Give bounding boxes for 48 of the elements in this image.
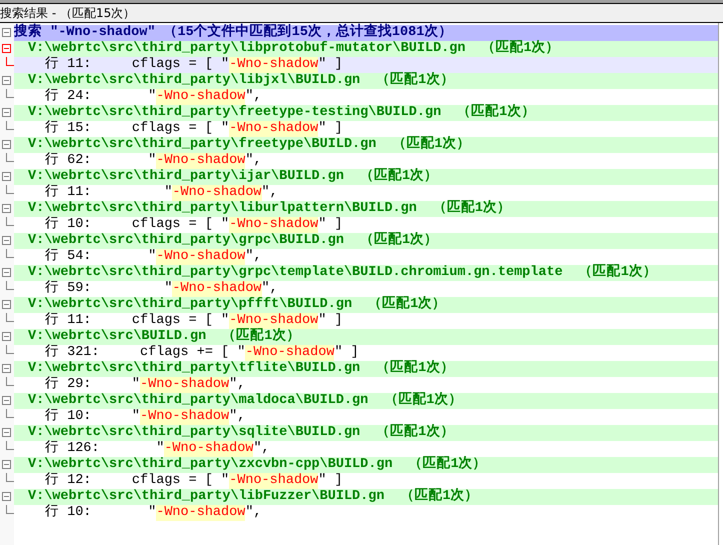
file-path[interactable]: V:\webrtc\src\third_party\pffft\BUILD.gn	[14, 297, 352, 313]
file-path[interactable]: V:\webrtc\src\third_party\grpc\template\BUILD.chromium.gn.template	[14, 265, 563, 281]
match-count: （匹配1次）	[358, 233, 438, 249]
match-count: （匹配1次）	[432, 201, 511, 217]
file-path[interactable]: V:\webrtc\src\third_party\freetype-testing\BUILD.gn	[14, 105, 442, 121]
file-path[interactable]: V:\webrtc\src\third_party\libFuzzer\BUILD.gn	[14, 489, 384, 505]
file-path[interactable]: V:\webrtc\src\third_party\freetype\BUILD.gn	[14, 137, 376, 153]
collapse-icon[interactable]	[2, 236, 11, 245]
file-path[interactable]: V:\webrtc\src\third_party\liburlpattern\BUILD.gn	[14, 201, 417, 217]
collapse-icon[interactable]	[2, 204, 11, 213]
file-path[interactable]: V:\webrtc\src\third_party\grpc\BUILD.gn	[14, 233, 344, 249]
collapse-icon[interactable]	[2, 268, 11, 277]
collapse-icon[interactable]	[2, 332, 11, 341]
collapse-icon[interactable]	[2, 364, 11, 373]
match-count: （匹配1次）	[391, 137, 470, 153]
match-count: （匹配1次）	[367, 297, 446, 313]
match-count: （匹配1次）	[383, 393, 462, 409]
match-count: （匹配1次）	[408, 457, 487, 473]
file-path[interactable]: V:\webrtc\src\third_party\tflite\BUILD.gn	[14, 361, 360, 377]
match-count: （匹配1次）	[578, 265, 657, 281]
match-count: （匹配1次）	[456, 105, 536, 121]
collapse-icon[interactable]	[2, 28, 11, 37]
collapse-icon[interactable]	[2, 492, 11, 501]
match-count: （匹配1次）	[375, 73, 454, 89]
file-path[interactable]: V:\webrtc\src\third_party\maldoca\BUILD.gn	[14, 393, 368, 409]
file-path[interactable]: V:\webrtc\src\third_party\libprotobuf-mutator\BUILD.gn	[14, 41, 466, 57]
collapse-icon[interactable]	[2, 76, 11, 85]
panel-title: 搜索结果 - （匹配15次）	[0, 4, 136, 22]
match-count: （匹配1次）	[399, 489, 479, 505]
match-count: （匹配1次）	[480, 41, 560, 57]
collapse-icon[interactable]	[2, 460, 11, 469]
collapse-icon[interactable]	[2, 428, 11, 437]
match-count: （匹配1次）	[358, 169, 438, 185]
match-count: （匹配1次）	[221, 329, 300, 345]
collapse-icon[interactable]	[2, 140, 11, 149]
file-path[interactable]: V:\webrtc\src\BUILD.gn	[14, 329, 206, 345]
collapse-icon[interactable]	[2, 396, 11, 405]
collapse-icon[interactable]	[2, 108, 11, 117]
collapse-icon[interactable]	[2, 44, 11, 53]
search-summary: 搜索 "-Wno-shadow" （15个文件中匹配到15次，总计查找1081次）	[14, 25, 452, 41]
match-count: （匹配1次）	[375, 425, 454, 441]
file-path[interactable]: V:\webrtc\src\third_party\zxcvbn-cpp\BUILD.gn	[14, 457, 393, 473]
match-count: （匹配1次）	[375, 361, 454, 377]
file-path[interactable]: V:\webrtc\src\third_party\libjxl\BUILD.gn	[14, 73, 360, 89]
file-path[interactable]: V:\webrtc\src\third_party\ijar\BUILD.gn	[14, 169, 344, 185]
file-path[interactable]: V:\webrtc\src\third_party\sqlite\BUILD.gn	[14, 425, 360, 441]
collapse-icon[interactable]	[2, 300, 11, 309]
collapse-icon[interactable]	[2, 172, 11, 181]
